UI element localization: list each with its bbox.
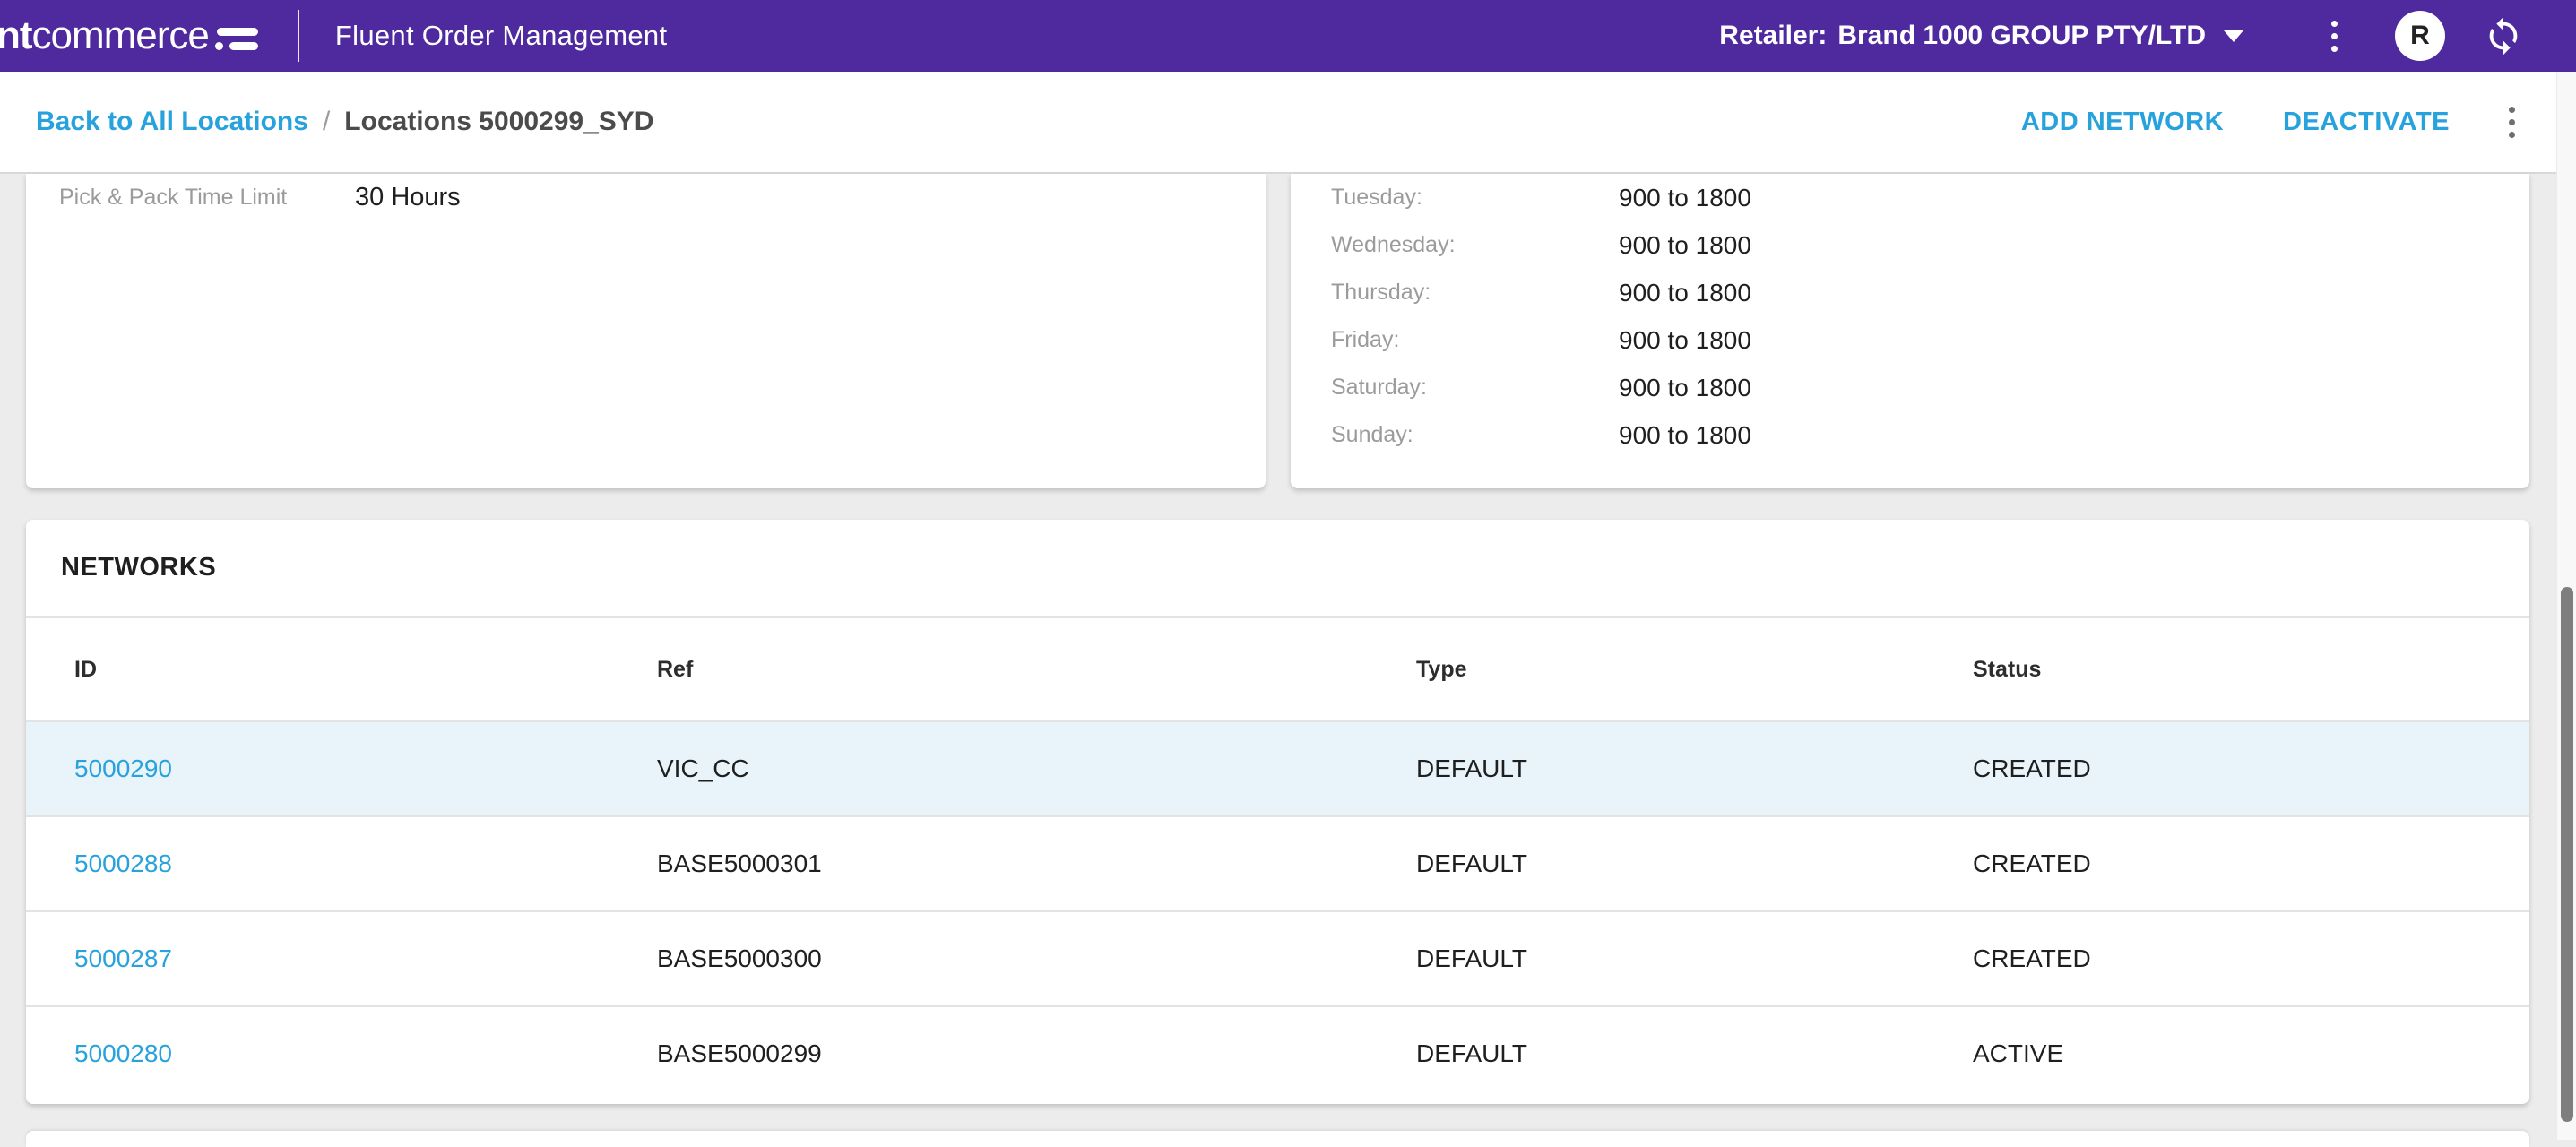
day-label: Thursday:: [1331, 280, 1619, 306]
hours-value: 900 to 1800: [1619, 326, 1751, 355]
network-type: DEFAULT: [1416, 817, 1527, 910]
vertical-scrollbar-thumb[interactable]: [2561, 587, 2573, 1122]
table-row[interactable]: 5000288 BASE5000301 DEFAULT CREATED: [26, 815, 2529, 910]
network-id-link[interactable]: 5000290: [74, 722, 172, 815]
hours-row: Saturday: 900 to 1800: [1291, 364, 2529, 411]
chevron-down-icon: [2224, 30, 2243, 42]
column-header-status: Status: [1973, 618, 2041, 720]
table-row[interactable]: 5000280 BASE5000299 DEFAULT ACTIVE: [26, 1005, 2529, 1100]
day-label: Saturday:: [1331, 375, 1619, 401]
hours-value: 900 to 1800: [1619, 184, 1751, 212]
table-row[interactable]: 5000290 VIC_CC DEFAULT CREATED: [26, 720, 2529, 815]
hours-row: Thursday: 900 to 1800: [1291, 269, 2529, 316]
hours-row: Sunday: 900 to 1800: [1291, 411, 2529, 459]
column-header-ref: Ref: [657, 618, 693, 720]
day-label: Friday:: [1331, 327, 1619, 353]
page-title: Locations 5000299_SYD: [344, 107, 653, 137]
hours-row: Tuesday: 900 to 1800: [1291, 174, 2529, 221]
network-status: CREATED: [1973, 912, 2091, 1005]
app-title: Fluent Order Management: [335, 20, 667, 52]
logo-text: ntcommerce: [0, 13, 209, 58]
retailer-selector[interactable]: Retailer: Brand 1000 GROUP PTY/LTD: [1719, 21, 2243, 51]
table-row[interactable]: 5000287 BASE5000300 DEFAULT CREATED: [26, 910, 2529, 1005]
hours-value: 900 to 1800: [1619, 279, 1751, 307]
page-kebab-menu[interactable]: [2503, 101, 2520, 143]
detail-row: Pick & Pack Time Limit 30 Hours: [26, 174, 1266, 221]
opening-hours-card: Tuesday: 900 to 1800 Wednesday: 900 to 1…: [1291, 174, 2529, 488]
header-kebab-menu[interactable]: [2326, 15, 2343, 57]
hours-row: Wednesday: 900 to 1800: [1291, 221, 2529, 269]
add-network-button[interactable]: ADD NETWORK: [2021, 108, 2224, 137]
retailer-value: Brand 1000 GROUP PTY/LTD: [1837, 21, 2206, 51]
networks-section-title: NETWORKS: [26, 520, 2529, 616]
column-header-id: ID: [74, 618, 97, 720]
network-id-link[interactable]: 5000288: [74, 817, 172, 910]
pick-pack-time-limit-label: Pick & Pack Time Limit: [59, 185, 355, 211]
refresh-icon: [2483, 15, 2524, 56]
network-status: ACTIVE: [1973, 1007, 2063, 1100]
network-ref: BASE5000301: [657, 817, 822, 910]
breadcrumb: Back to All Locations / Locations 500029…: [36, 107, 653, 137]
network-status: CREATED: [1973, 722, 2091, 815]
network-type: DEFAULT: [1416, 1007, 1527, 1100]
header-divider: [298, 10, 299, 62]
network-ref: BASE5000300: [657, 912, 822, 1005]
networks-table-header: ID Ref Type Status: [26, 618, 2529, 720]
day-label: Tuesday:: [1331, 185, 1619, 211]
location-details-card: Pick & Pack Time Limit 30 Hours: [26, 174, 1266, 488]
fluentcommerce-mark-icon: [215, 26, 260, 55]
hours-row: Friday: 900 to 1800: [1291, 316, 2529, 364]
hours-value: 900 to 1800: [1619, 374, 1751, 402]
logo-text-regular: commerce: [32, 13, 209, 57]
day-label: Wednesday:: [1331, 232, 1619, 258]
network-id-link[interactable]: 5000280: [74, 1007, 172, 1100]
back-to-all-locations-link[interactable]: Back to All Locations: [36, 107, 308, 137]
network-id-link[interactable]: 5000287: [74, 912, 172, 1005]
next-card-sliver: [26, 1131, 2529, 1147]
vertical-scrollbar-track[interactable]: [2556, 72, 2576, 1140]
hours-value: 900 to 1800: [1619, 231, 1751, 260]
network-ref: VIC_CC: [657, 722, 749, 815]
app-root: ntcommerce Fluent Order Management Retai…: [0, 0, 2576, 1140]
column-header-type: Type: [1416, 618, 1467, 720]
network-status: CREATED: [1973, 817, 2091, 910]
top-bar: ntcommerce Fluent Order Management Retai…: [0, 0, 2576, 72]
network-type: DEFAULT: [1416, 722, 1527, 815]
networks-card: NETWORKS ID Ref Type Status 5000290 VIC_…: [26, 520, 2529, 1104]
network-ref: BASE5000299: [657, 1007, 822, 1100]
logo-text-bold: nt: [0, 13, 32, 57]
fluentcommerce-logo[interactable]: ntcommerce: [0, 13, 260, 58]
network-type: DEFAULT: [1416, 912, 1527, 1005]
breadcrumb-separator: /: [323, 107, 330, 137]
avatar[interactable]: R: [2395, 11, 2445, 61]
deactivate-button[interactable]: DEACTIVATE: [2283, 108, 2450, 137]
day-label: Sunday:: [1331, 422, 1619, 448]
refresh-button[interactable]: [2483, 15, 2524, 56]
retailer-label: Retailer:: [1719, 21, 1827, 51]
action-bar: Back to All Locations / Locations 500029…: [0, 72, 2556, 174]
pick-pack-time-limit-value: 30 Hours: [355, 183, 461, 212]
hours-value: 900 to 1800: [1619, 421, 1751, 450]
